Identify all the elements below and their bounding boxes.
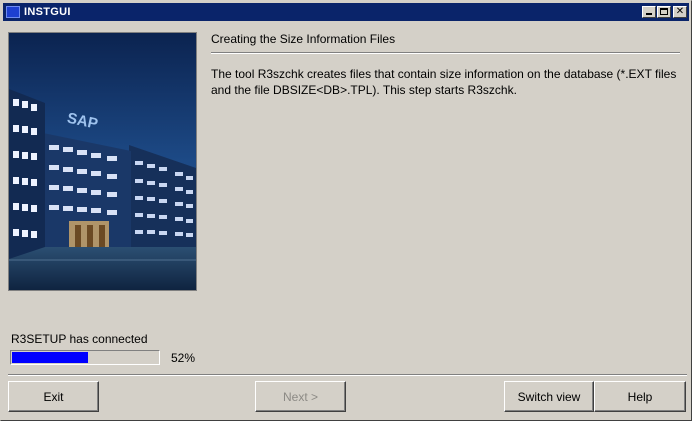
building-illustration: SAP	[9, 33, 196, 290]
maximize-button[interactable]	[657, 6, 671, 18]
next-button[interactable]: Next >	[255, 381, 346, 412]
progress-percent: 52%	[171, 351, 196, 365]
minimize-button[interactable]	[642, 6, 656, 18]
window-title: INSTGUI	[24, 6, 71, 18]
close-button[interactable]: ✕	[673, 6, 687, 18]
button-divider	[8, 374, 687, 376]
maximize-icon	[660, 8, 668, 15]
installer-window: INSTGUI ✕ SAP Creating the Size Informat…	[0, 0, 692, 421]
window-controls: ✕	[641, 6, 687, 18]
switch-view-button[interactable]: Switch view	[504, 381, 594, 412]
help-button[interactable]: Help	[594, 381, 686, 412]
progress-bar	[10, 350, 160, 365]
progress-fill	[12, 352, 88, 363]
close-icon: ✕	[675, 6, 685, 17]
heading-divider	[211, 52, 680, 54]
office-building-photo: SAP	[8, 32, 197, 291]
app-icon	[6, 6, 20, 18]
connection-status: R3SETUP has connected	[11, 332, 148, 346]
exit-button[interactable]: Exit	[8, 381, 99, 412]
step-heading: Creating the Size Information Files	[211, 32, 396, 46]
title-bar[interactable]: INSTGUI ✕	[3, 3, 689, 21]
minimize-icon	[646, 13, 652, 15]
step-description: The tool R3szchk creates files that cont…	[211, 67, 677, 97]
